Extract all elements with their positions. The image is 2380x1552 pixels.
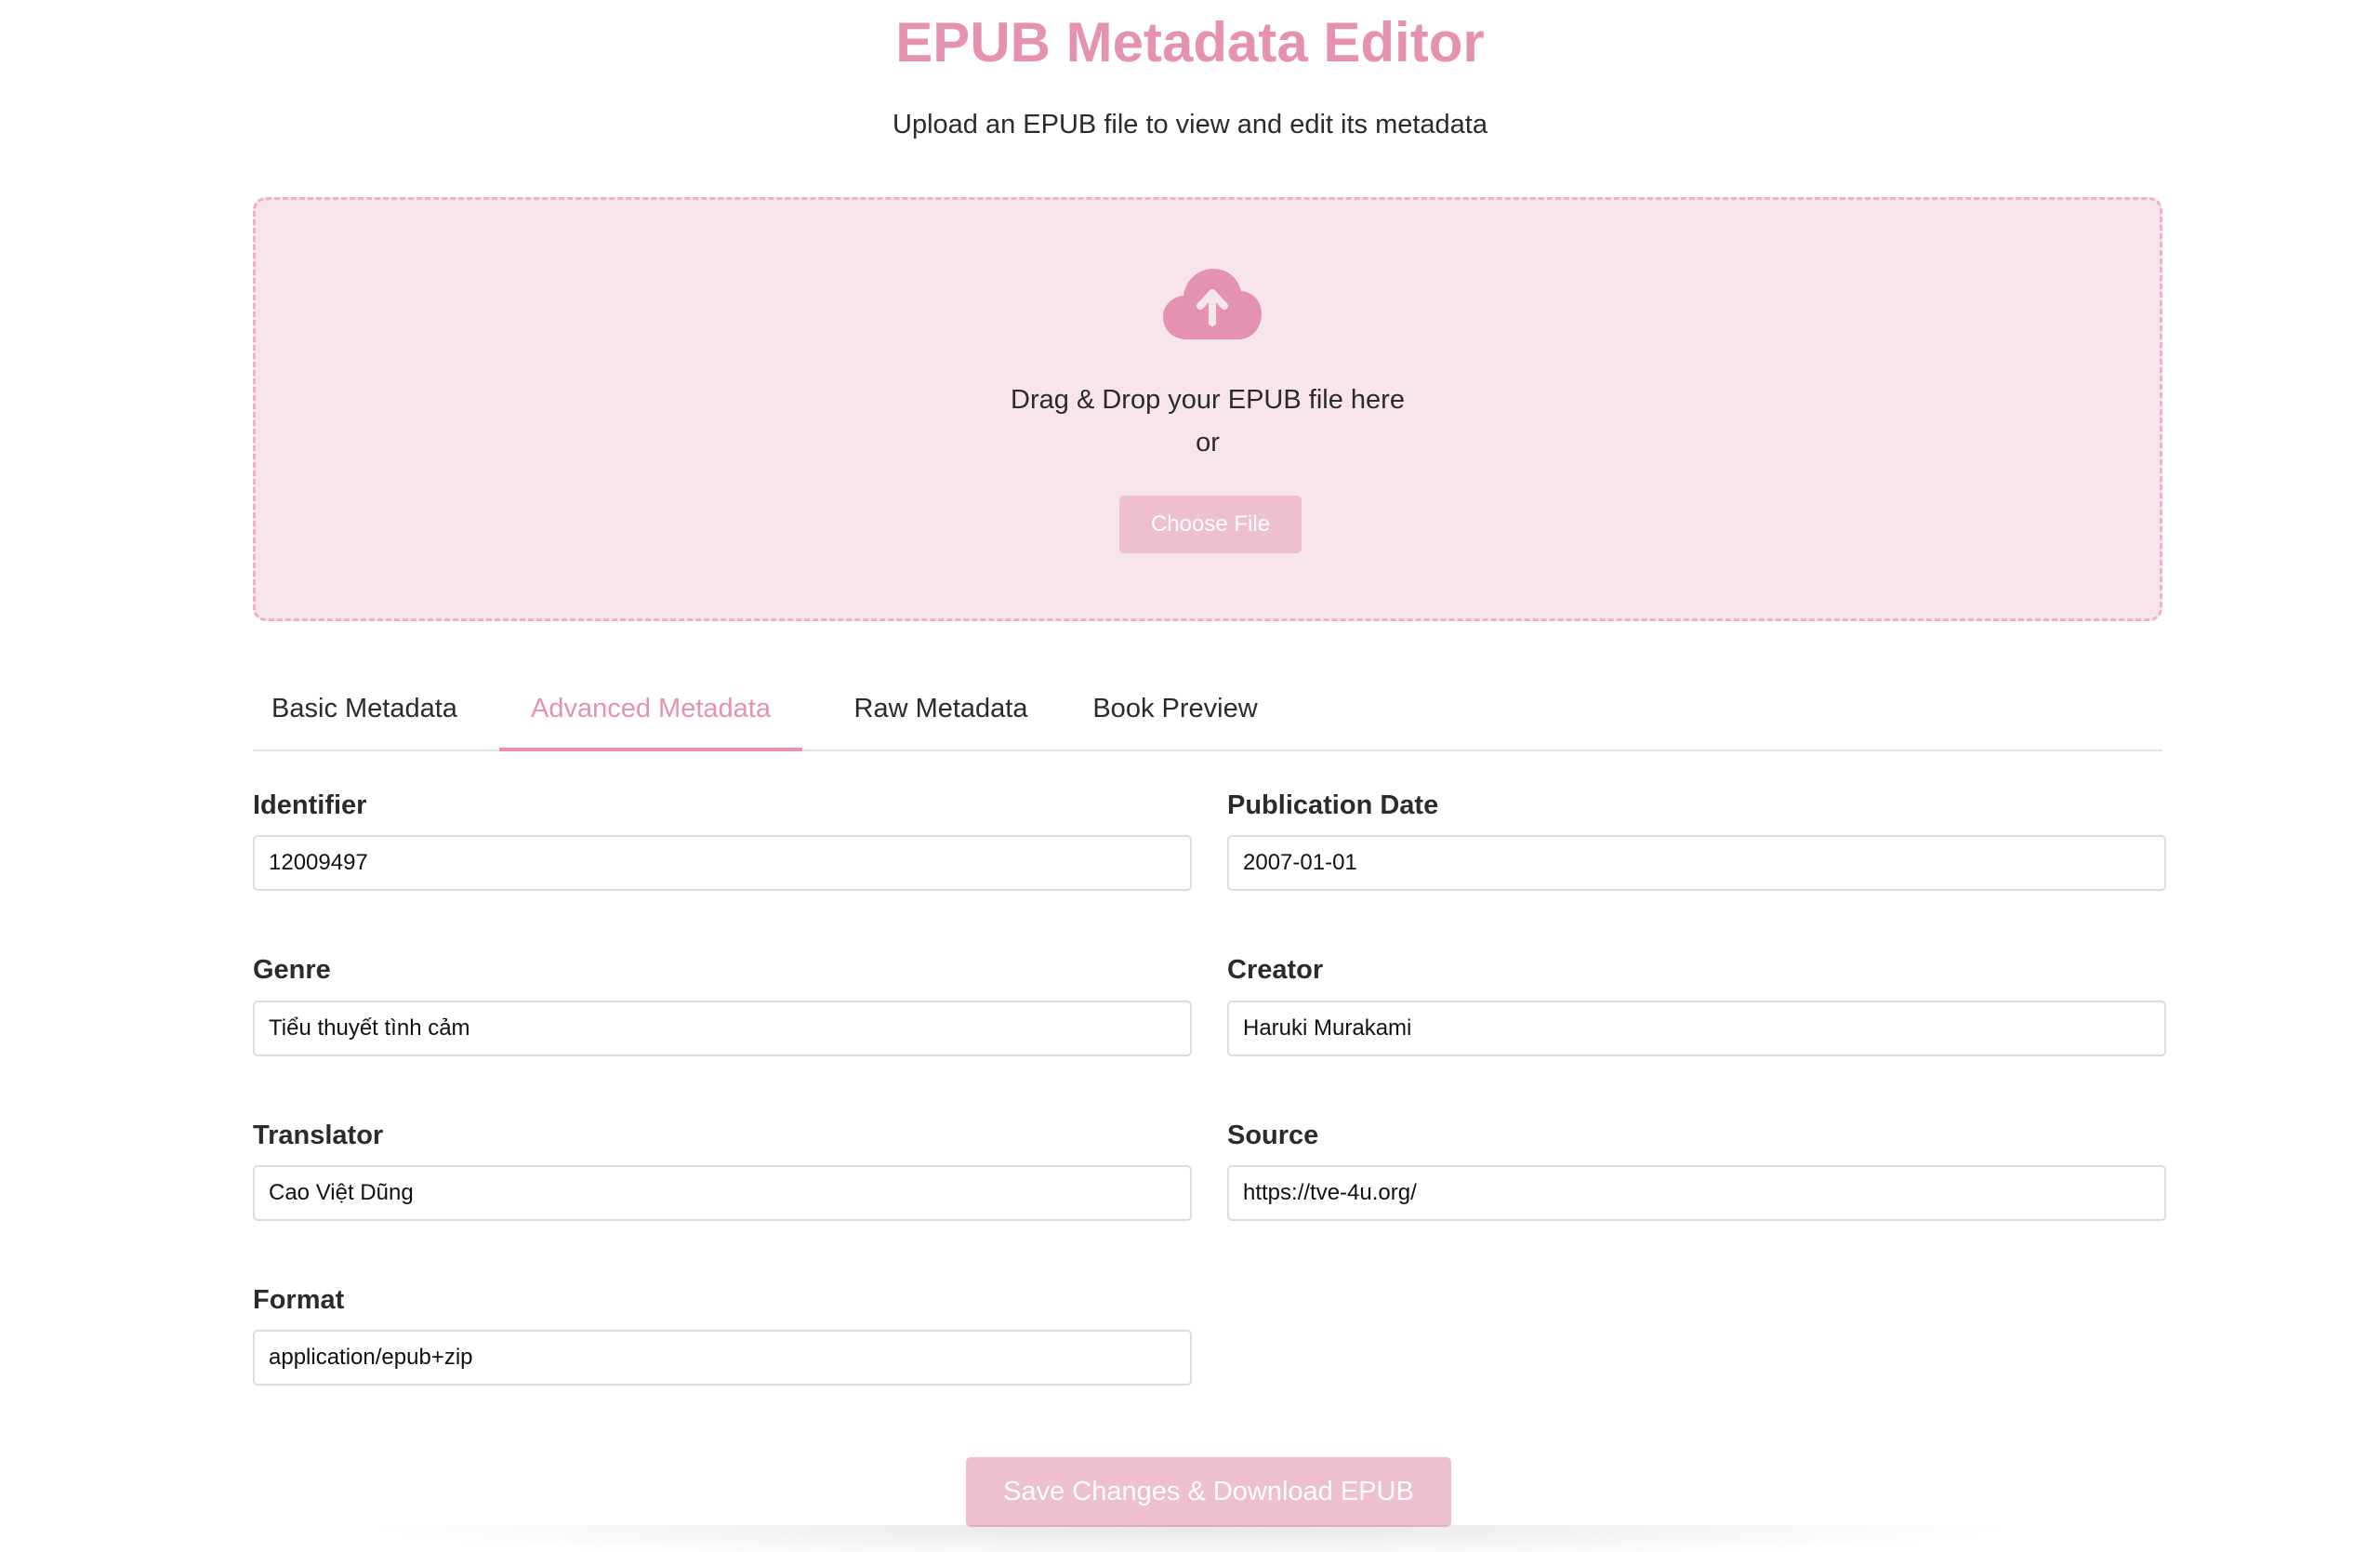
tab-book-preview[interactable]: Book Preview xyxy=(1064,670,1287,751)
publication-date-input[interactable] xyxy=(1227,835,2166,891)
genre-label: Genre xyxy=(253,955,331,985)
choose-file-button[interactable]: Choose File xyxy=(1119,496,1302,553)
page-title: EPUB Metadata Editor xyxy=(895,11,1485,73)
format-label: Format xyxy=(253,1285,345,1315)
footer-shadow xyxy=(353,1525,2027,1552)
page: EPUB Metadata Editor Upload an EPUB file… xyxy=(0,0,2380,1552)
tab-raw-metadata[interactable]: Raw Metadata xyxy=(829,670,1052,751)
source-label: Source xyxy=(1227,1121,1319,1150)
creator-label: Creator xyxy=(1227,955,1324,985)
identifier-label: Identifier xyxy=(253,790,367,820)
or-separator: or xyxy=(1196,428,1220,458)
epub-dropzone[interactable]: Drag & Drop your EPUB file here or Choos… xyxy=(253,197,2162,621)
drop-instructions: Drag & Drop your EPUB file here xyxy=(1011,385,1405,415)
creator-input[interactable] xyxy=(1227,1001,2166,1056)
cloud-upload-icon xyxy=(1163,269,1262,339)
save-download-button[interactable]: Save Changes & Download EPUB xyxy=(966,1457,1451,1527)
translator-label: Translator xyxy=(253,1121,384,1150)
genre-input[interactable] xyxy=(253,1001,1192,1056)
tab-advanced-metadata[interactable]: Advanced Metadata xyxy=(499,670,802,751)
format-input[interactable] xyxy=(253,1330,1192,1386)
page-subtitle: Upload an EPUB file to view and edit its… xyxy=(892,110,1488,139)
source-input[interactable] xyxy=(1227,1165,2166,1221)
identifier-input[interactable] xyxy=(253,835,1192,891)
metadata-tabs: Basic Metadata Advanced Metadata Raw Met… xyxy=(253,670,2162,751)
publication-date-label: Publication Date xyxy=(1227,790,1439,820)
tab-basic-metadata[interactable]: Basic Metadata xyxy=(271,670,457,751)
translator-input[interactable] xyxy=(253,1165,1192,1221)
